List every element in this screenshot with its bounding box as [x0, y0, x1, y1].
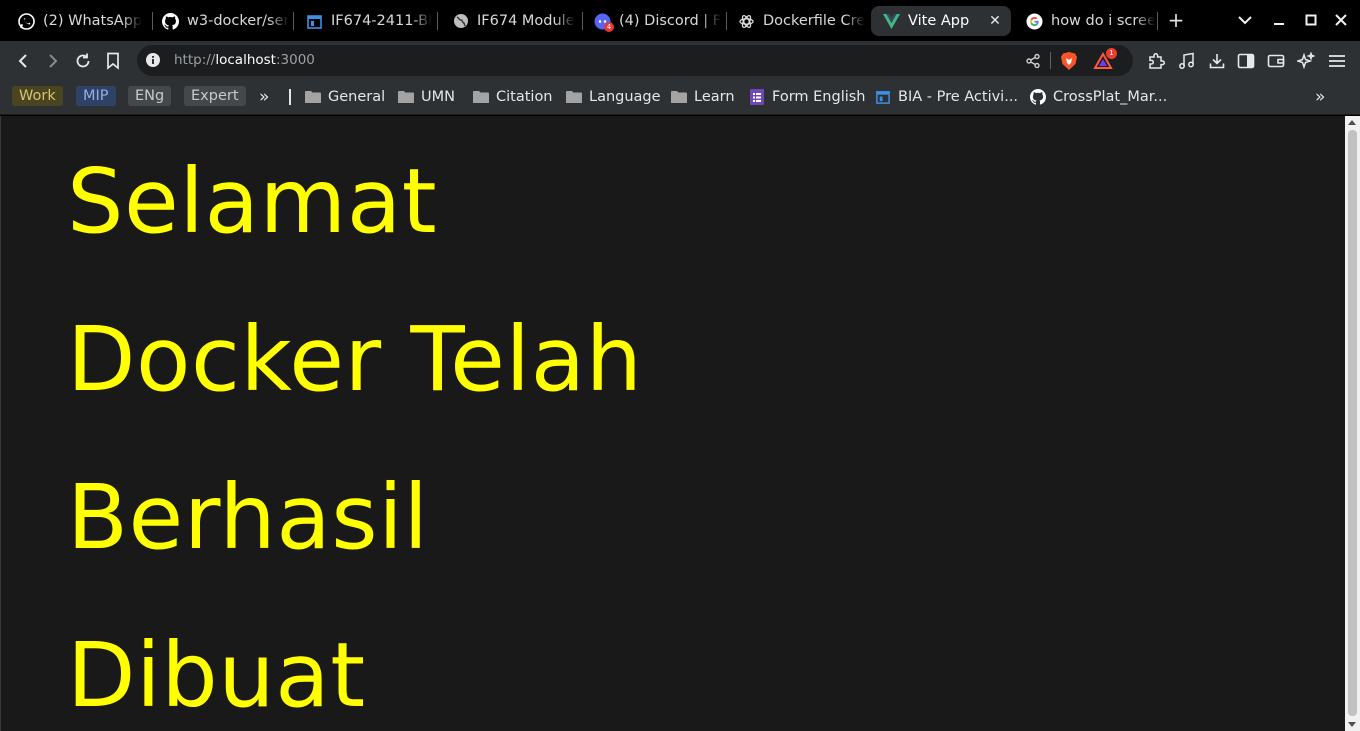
bookmark-folder-citation[interactable]: Citation [473, 86, 553, 108]
bookmark-form-english[interactable]: Form English [749, 86, 866, 108]
leo-ai-icon[interactable] [1296, 51, 1316, 71]
tab-separator [1157, 12, 1158, 30]
page-content: Selamat Docker Telah Berhasil Dibuat [67, 116, 643, 731]
bookmarks-divider [289, 89, 291, 105]
tab-if674-2411[interactable]: IF674-2411-Bl [294, 6, 440, 36]
media-control-icon[interactable] [1177, 51, 1197, 71]
url-host: localhost [215, 52, 276, 68]
wallet-icon[interactable] [1266, 51, 1286, 71]
minimize-window-icon[interactable] [1269, 10, 1289, 30]
scroll-up-arrow-icon[interactable] [1348, 120, 1356, 125]
tab-whatsapp[interactable]: (2) WhatsApp [6, 6, 152, 36]
main-menu-icon[interactable] [1327, 51, 1347, 71]
scrollbar-thumb[interactable] [1348, 130, 1357, 716]
tab-google-search[interactable]: how do i scree [1014, 6, 1158, 36]
bookmark-label: CrossPlat_Mar... [1053, 89, 1168, 105]
bookmark-label: Form English [772, 89, 866, 105]
chips-overflow-chevron-icon[interactable]: » [259, 86, 269, 108]
browser-toolbar: http://localhost:3000 1 [0, 41, 1360, 81]
url-port: :3000 [275, 52, 315, 68]
heading-line-3: Berhasil [67, 465, 429, 569]
new-tab-button[interactable]: + [1166, 9, 1186, 31]
scroll-down-arrow-icon[interactable] [1348, 722, 1356, 727]
whatsapp-icon [18, 12, 35, 30]
bookmark-label: BIA - Pre Activi... [898, 89, 1019, 105]
bookmark-bia-pre-activity[interactable]: BIA - Pre Activi... [875, 86, 1018, 108]
url-scheme: http:// [174, 52, 216, 68]
tab-strip: (2) WhatsApp w3-docker/ser IF674-2411-Bl… [0, 0, 1360, 41]
tab-vite-app[interactable]: Vite App ✕ [871, 6, 1011, 36]
folder-icon [671, 89, 687, 105]
bia-icon [875, 89, 891, 105]
bookmark-crossplat[interactable]: CrossPlat_Mar... [1030, 86, 1167, 108]
rewards-badge: 1 [1106, 48, 1117, 59]
tab-search-chevron-icon[interactable] [1235, 10, 1255, 30]
heading-line-1: Selamat [67, 149, 438, 253]
discord-badge: 4 [604, 21, 614, 32]
site-info-icon[interactable] [145, 52, 161, 68]
bookmarks-bar: Work MIP ENg Expert » General UMN Citati… [0, 81, 1360, 115]
folder-icon [566, 89, 582, 105]
vue-icon [883, 13, 900, 30]
bookmark-label: General [328, 89, 386, 105]
tab-dockerfile[interactable]: Dockerfile Cre [726, 6, 868, 36]
folder-icon [473, 89, 489, 105]
bookmark-label: Citation [496, 89, 553, 105]
share-icon[interactable] [1023, 51, 1043, 71]
bookmark-folder-general[interactable]: General [305, 86, 385, 108]
form-icon [749, 89, 765, 105]
bookmark-folder-learn[interactable]: Learn [671, 86, 735, 108]
downloads-icon[interactable] [1207, 51, 1227, 71]
bookmark-chip-mip[interactable]: MIP [76, 86, 116, 106]
tab-if674-module[interactable]: IF674 Module [440, 6, 582, 36]
back-button[interactable] [12, 50, 34, 72]
bookmark-label: UMN [421, 89, 455, 105]
bookmark-label: Learn [694, 89, 735, 105]
tab-discord[interactable]: 4 (4) Discord | F [582, 6, 724, 36]
brave-rewards-icon[interactable]: 1 [1093, 48, 1117, 71]
bookmark-chip-expert[interactable]: Expert [184, 86, 246, 106]
github-icon [1030, 89, 1046, 105]
extensions-icon[interactable] [1146, 51, 1166, 71]
close-tab-icon[interactable]: ✕ [987, 13, 1003, 29]
vertical-scrollbar[interactable] [1345, 116, 1360, 731]
google-icon [1026, 13, 1043, 30]
folder-icon [305, 89, 321, 105]
page-viewport: Selamat Docker Telah Berhasil Dibuat [0, 116, 1360, 731]
folder-icon [398, 89, 414, 105]
sidebar-toggle-icon[interactable] [1236, 51, 1256, 71]
bookmark-chip-eng[interactable]: ENg [128, 86, 172, 106]
bookmark-folder-language[interactable]: Language [566, 86, 661, 108]
bookmark-chip-work[interactable]: Work [12, 86, 63, 106]
address-bar-separator [1050, 52, 1051, 69]
chatgpt-icon [738, 13, 755, 30]
bookmarks-overflow-chevron-icon[interactable]: » [1315, 86, 1325, 108]
bookmark-folder-umn[interactable]: UMN [398, 86, 455, 108]
close-window-icon[interactable] [1331, 10, 1351, 30]
bia-icon [306, 13, 323, 30]
heading-line-2: Docker Telah [67, 307, 643, 411]
address-bar[interactable]: http://localhost:3000 1 [137, 45, 1133, 76]
forward-button[interactable] [42, 50, 64, 72]
github-icon [162, 12, 179, 30]
tab-separator [437, 12, 438, 30]
bookmark-icon[interactable] [102, 50, 124, 72]
reload-button[interactable] [72, 50, 94, 72]
globe-icon [452, 13, 469, 30]
heading-line-4: Dibuat [67, 623, 366, 727]
url-text[interactable]: http://localhost:3000 [174, 52, 315, 68]
bookmark-label: Language [589, 89, 661, 105]
discord-icon: 4 [594, 13, 614, 32]
brave-shields-icon[interactable] [1059, 51, 1079, 71]
maximize-window-icon[interactable] [1301, 10, 1321, 30]
tab-w3-docker[interactable]: w3-docker/ser [150, 6, 294, 36]
